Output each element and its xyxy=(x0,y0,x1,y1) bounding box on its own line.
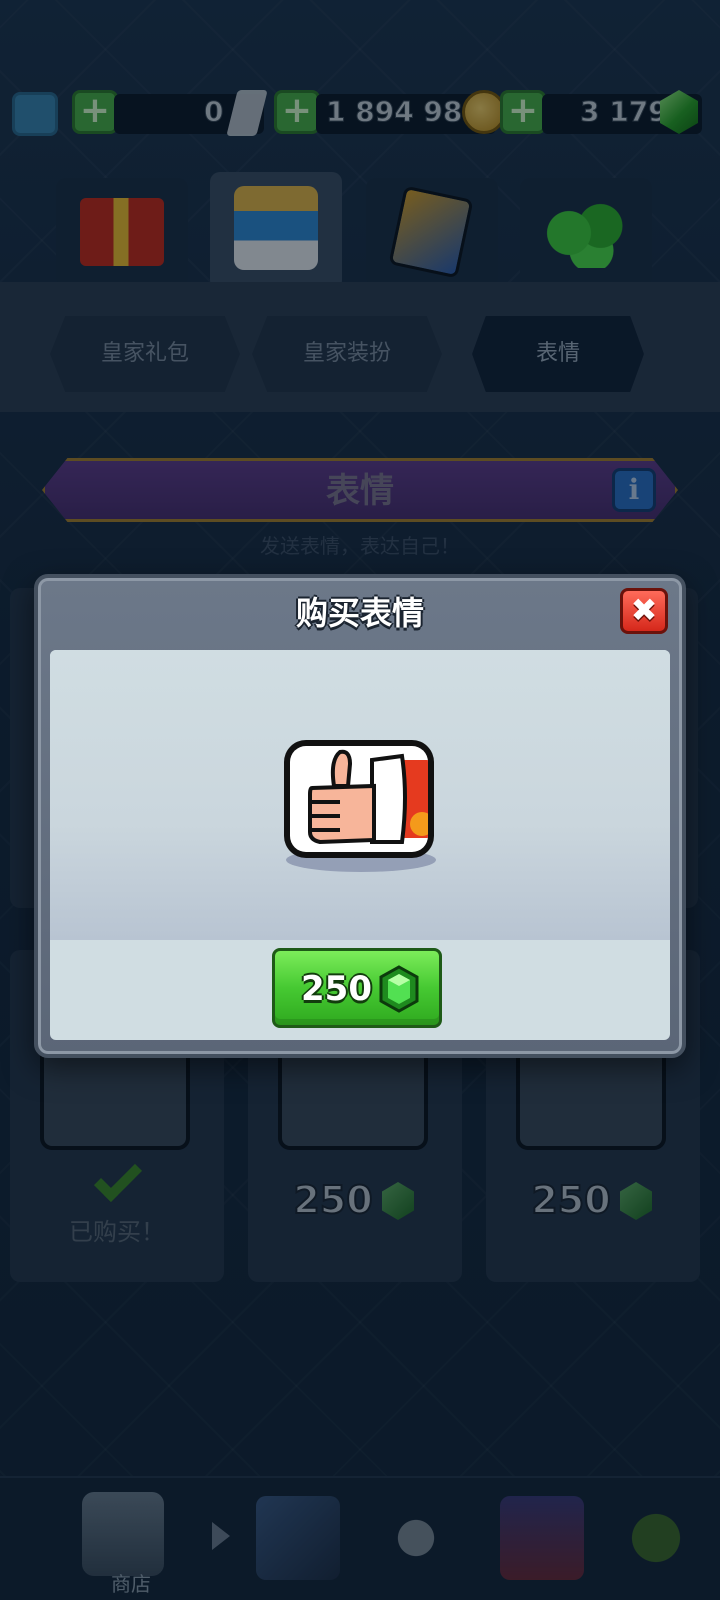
buy-button[interactable]: 250 xyxy=(272,948,442,1028)
close-button[interactable]: ✖ xyxy=(620,588,668,634)
emote-tile xyxy=(284,740,434,858)
buy-price: 250 xyxy=(301,969,372,1009)
dialog-title: 购买表情 xyxy=(295,594,424,632)
emote-preview-area xyxy=(50,650,670,940)
gem-icon xyxy=(379,965,419,1013)
purchase-emote-dialog: 购买表情 ✖ 250 xyxy=(34,574,686,1058)
thumbs-up-icon xyxy=(308,749,428,845)
dialog-content: 250 xyxy=(50,650,670,1040)
